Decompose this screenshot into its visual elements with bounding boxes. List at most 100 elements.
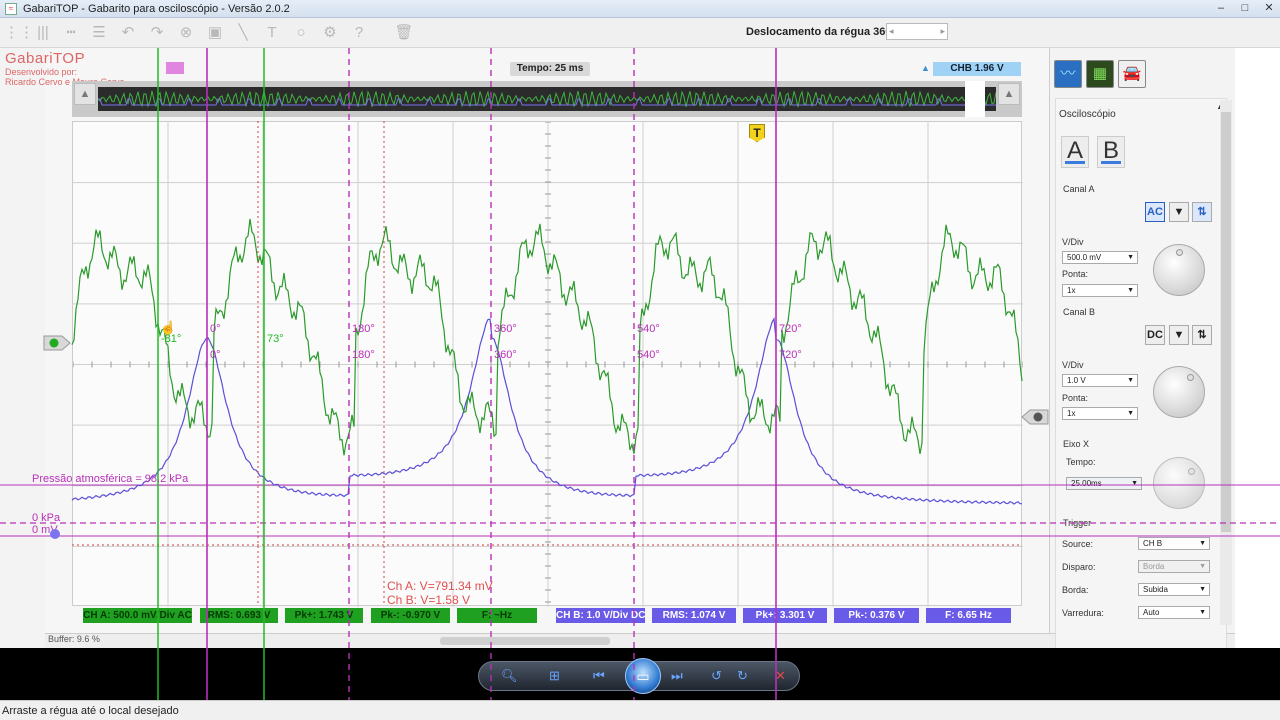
channel-a-label: A bbox=[1066, 137, 1083, 164]
filter-b-icon[interactable]: ▼ bbox=[1169, 325, 1189, 345]
fit-icon[interactable]: ⊞ bbox=[549, 668, 560, 684]
tempo-label: Tempo: bbox=[1066, 457, 1096, 467]
zoom-icon[interactable]: 🔍︎ bbox=[501, 668, 518, 684]
overview-strip[interactable]: ▲ ▲ bbox=[72, 81, 1022, 117]
angle-label-720-bottom: 720° bbox=[779, 349, 802, 361]
varredura-value: Auto bbox=[1143, 608, 1160, 617]
readout-cha: Ch A: V=791.34 mV bbox=[387, 579, 493, 593]
window-controls: – □ ✕ bbox=[1214, 1, 1276, 15]
filter-a-icon[interactable]: ▼ bbox=[1169, 202, 1189, 222]
angle-label-180-top: 180° bbox=[352, 323, 375, 335]
ruler-dashed-icon[interactable]: ┅ bbox=[60, 22, 82, 44]
ruler-shift-stepper[interactable]: ◂ ▸ bbox=[886, 23, 948, 40]
color-chip[interactable] bbox=[166, 62, 184, 74]
oscilloscope-icon[interactable]: 〰 bbox=[1054, 60, 1082, 88]
side-panel: 〰 ▦ 🚘 Osciloscópio ▲ A B Canal A AC ▼ ⇅ … bbox=[1050, 48, 1235, 658]
tempo-value: 25.00ms bbox=[1071, 479, 1102, 488]
stepper-right-icon[interactable]: ▸ bbox=[940, 26, 945, 37]
vdiv-a-select[interactable]: 500.0 mV ▼ bbox=[1062, 251, 1138, 264]
meas-cha-pkneg: Pk-: -0.970 V bbox=[371, 608, 450, 623]
rotate-right-icon[interactable]: ↻ bbox=[737, 668, 748, 684]
borda-select[interactable]: Subida ▼ bbox=[1138, 583, 1210, 596]
angle-label-0-top: 0° bbox=[210, 323, 221, 335]
screen-icon[interactable]: ▦ bbox=[1086, 60, 1114, 88]
screen-capture-icon[interactable]: ▭ bbox=[625, 658, 661, 694]
trigger-level-icon: ▲ bbox=[921, 63, 930, 73]
vdiv-b-label: V/Div bbox=[1062, 360, 1084, 370]
ponta-b-label: Ponta: bbox=[1062, 393, 1089, 403]
invert-a-icon[interactable]: ⇅ bbox=[1192, 202, 1212, 222]
grid-icon[interactable]: ⋮⋮ bbox=[4, 22, 34, 44]
disparo-label: Disparo: bbox=[1062, 562, 1096, 572]
side-scrollbar[interactable] bbox=[1220, 100, 1232, 625]
varredura-label: Varredura: bbox=[1062, 608, 1104, 618]
chevron-down-icon: ▼ bbox=[1127, 254, 1134, 261]
circle-tool-icon[interactable]: ○ bbox=[290, 22, 312, 44]
vdiv-b-value: 1.0 V bbox=[1067, 376, 1086, 385]
invert-b-icon[interactable]: ⇅ bbox=[1192, 325, 1212, 345]
title-bar: ≈ GabariTOP - Gabarito para osciloscópio… bbox=[0, 0, 1280, 18]
canal-a-title: Canal A bbox=[1063, 184, 1095, 194]
meas-chb-rms: RMS: 1.074 V bbox=[652, 608, 736, 623]
close-button[interactable]: ✕ bbox=[1262, 1, 1276, 15]
overview-waveform-svg bbox=[98, 90, 996, 108]
tempo-knob[interactable] bbox=[1153, 457, 1205, 509]
trash-icon[interactable]: 🗑 bbox=[393, 22, 415, 44]
source-value: CH B bbox=[1143, 539, 1163, 548]
ponta-a-select[interactable]: 1x ▼ bbox=[1062, 284, 1138, 297]
toolbar: ⋮⋮ ||| ┅ ☰ ↶ ↷ ⊗ ▣ ╲ T ○ ⚙ ? 🗑 Deslocame… bbox=[0, 18, 1280, 48]
meas-chb-scale: CH B: 1.0 V/Div DC bbox=[556, 608, 645, 623]
app-window: ≈ GabariTOP - Gabarito para osciloscópio… bbox=[0, 0, 1280, 720]
ponta-a-value: 1x bbox=[1067, 286, 1076, 295]
chb-level-label: CHB 1.96 V bbox=[933, 62, 1021, 76]
help-icon[interactable]: ? bbox=[348, 22, 370, 44]
text-tool-icon[interactable]: T bbox=[261, 22, 283, 44]
stepper-left-icon[interactable]: ◂ bbox=[889, 26, 894, 37]
vdiv-b-select[interactable]: 1.0 V ▼ bbox=[1062, 374, 1138, 387]
borda-label: Borda: bbox=[1062, 585, 1089, 595]
source-select[interactable]: CH B ▼ bbox=[1138, 537, 1210, 550]
car-icon[interactable]: 🚘 bbox=[1118, 60, 1146, 88]
maximize-button[interactable]: □ bbox=[1238, 1, 1252, 15]
side-scroll-thumb[interactable] bbox=[1221, 112, 1231, 532]
panel-heading: Osciloscópio bbox=[1059, 109, 1116, 120]
cancel-icon[interactable]: ⊗ bbox=[175, 22, 197, 44]
redo-icon[interactable]: ↷ bbox=[146, 22, 168, 44]
disparo-select[interactable]: Borda ▼ bbox=[1138, 560, 1210, 573]
readout-chb: Ch B: V=1.58 V bbox=[387, 593, 470, 607]
previous-icon[interactable]: ⏮ bbox=[593, 668, 605, 684]
varredura-select[interactable]: Auto ▼ bbox=[1138, 606, 1210, 619]
tempo-select[interactable]: 25.00ms ▼ bbox=[1066, 477, 1142, 490]
vdiv-a-knob[interactable] bbox=[1153, 244, 1205, 296]
buffer-label: Buffer: 9.6 % bbox=[48, 634, 100, 644]
channel-b-button[interactable]: B bbox=[1097, 136, 1125, 168]
overview-view-window[interactable] bbox=[965, 81, 985, 117]
ponta-a-label: Ponta: bbox=[1062, 269, 1089, 279]
meas-cha-pkpos: Pk+: 1.743 V bbox=[285, 608, 363, 623]
rotate-left-icon[interactable]: ↺ bbox=[711, 668, 722, 684]
channel-a-button[interactable]: A bbox=[1061, 136, 1089, 168]
save-icon[interactable]: ▣ bbox=[204, 22, 226, 44]
overview-waveform bbox=[98, 87, 996, 111]
coupling-dc-button[interactable]: DC bbox=[1145, 325, 1165, 345]
undo-icon[interactable]: ↶ bbox=[117, 22, 139, 44]
overview-up-left-icon[interactable]: ▲ bbox=[74, 83, 96, 105]
meas-chb-pkneg: Pk-: 0.376 V bbox=[834, 608, 919, 623]
overview-up-right-icon[interactable]: ▲ bbox=[998, 83, 1020, 105]
mouse-cursor-icon: ☝ bbox=[160, 319, 176, 336]
knob-indicator bbox=[1188, 468, 1195, 475]
chevron-down-icon: ▼ bbox=[1199, 586, 1206, 593]
plot-area[interactable]: T bbox=[72, 121, 1024, 607]
settings-gear-icon[interactable]: ⚙ bbox=[319, 22, 341, 44]
line-tool-icon[interactable]: ╲ bbox=[232, 22, 254, 44]
coupling-ac-button[interactable]: AC bbox=[1145, 202, 1165, 222]
vdiv-b-knob[interactable] bbox=[1153, 366, 1205, 418]
channel-b-label: B bbox=[1102, 137, 1119, 164]
scroll-thumb[interactable] bbox=[440, 637, 610, 645]
minimize-button[interactable]: – bbox=[1214, 1, 1228, 15]
channel-b-zero-marker[interactable] bbox=[50, 529, 60, 539]
ponta-b-select[interactable]: 1x ▼ bbox=[1062, 407, 1138, 420]
ruler-vertical-icon[interactable]: ||| bbox=[32, 22, 54, 44]
next-icon[interactable]: ⏭ bbox=[671, 668, 683, 684]
lines-icon[interactable]: ☰ bbox=[88, 22, 110, 44]
